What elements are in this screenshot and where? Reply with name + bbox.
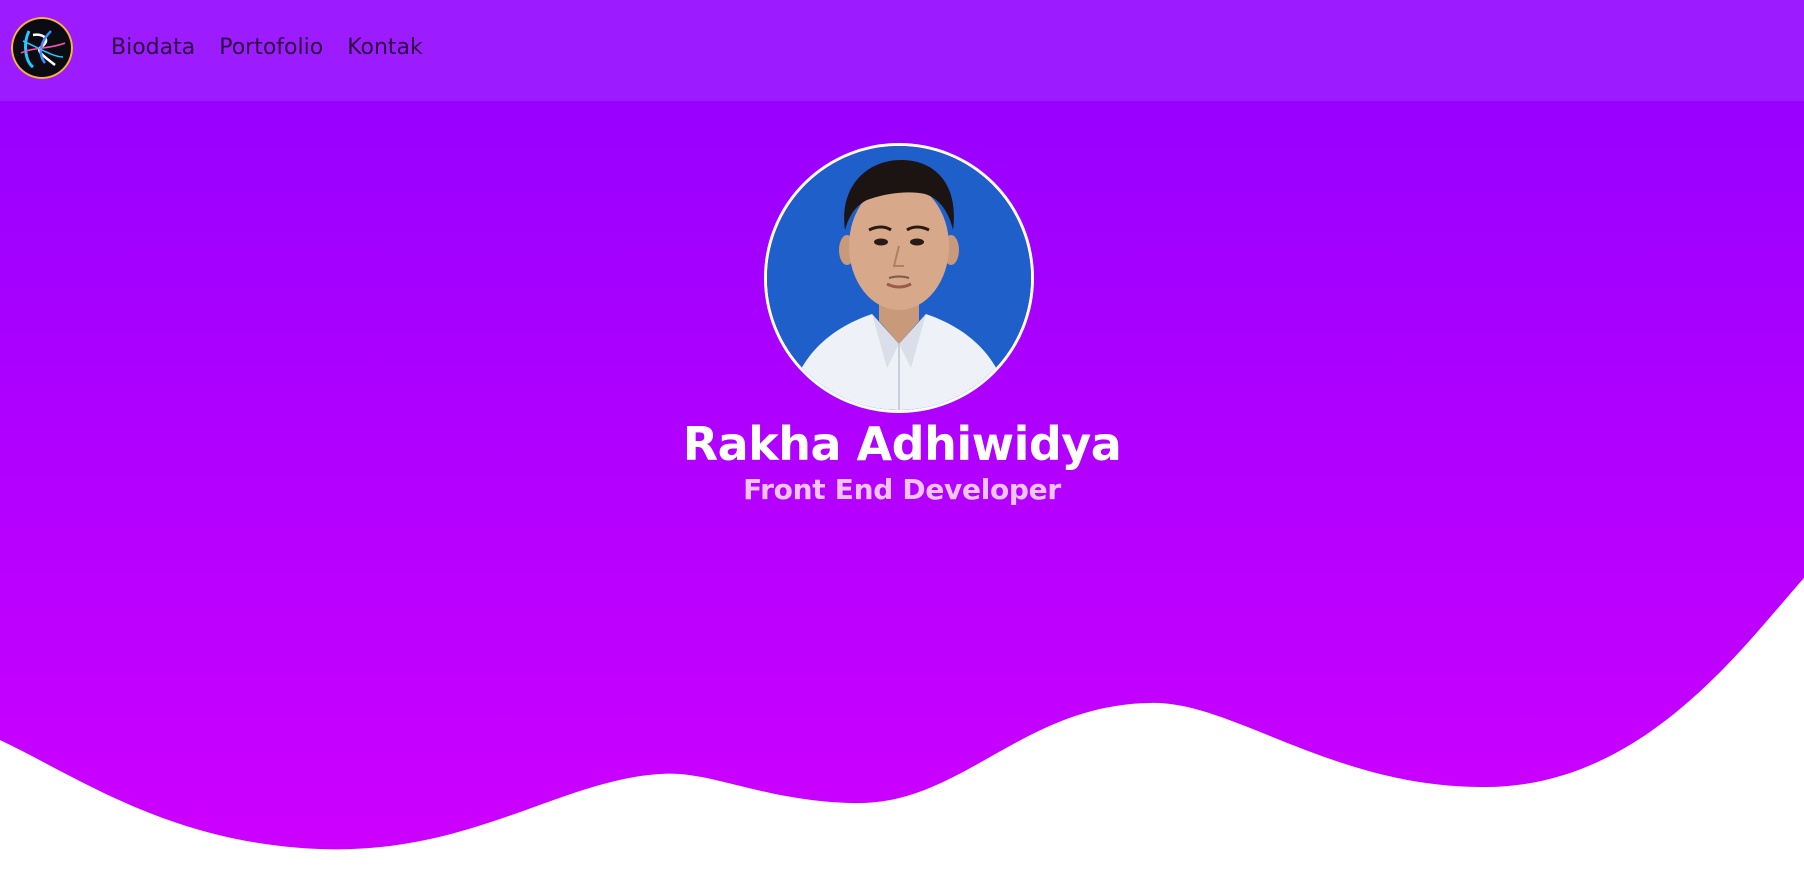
navbar: Biodata Portofolio Kontak (0, 0, 1804, 101)
hero-name: Rakha Adhiwidya (682, 417, 1122, 471)
hero-role: Front End Developer (743, 473, 1061, 506)
page: Biodata Portofolio Kontak Rakha Adhiwidy… (0, 0, 1804, 871)
profile-photo (764, 143, 1034, 413)
rk-logo-icon[interactable] (11, 17, 73, 79)
nav-link-portofolio[interactable]: Portofolio (207, 30, 335, 66)
nav-links: Biodata Portofolio Kontak (99, 30, 435, 66)
nav-link-biodata[interactable]: Biodata (99, 30, 207, 66)
nav-link-kontak[interactable]: Kontak (335, 30, 435, 66)
